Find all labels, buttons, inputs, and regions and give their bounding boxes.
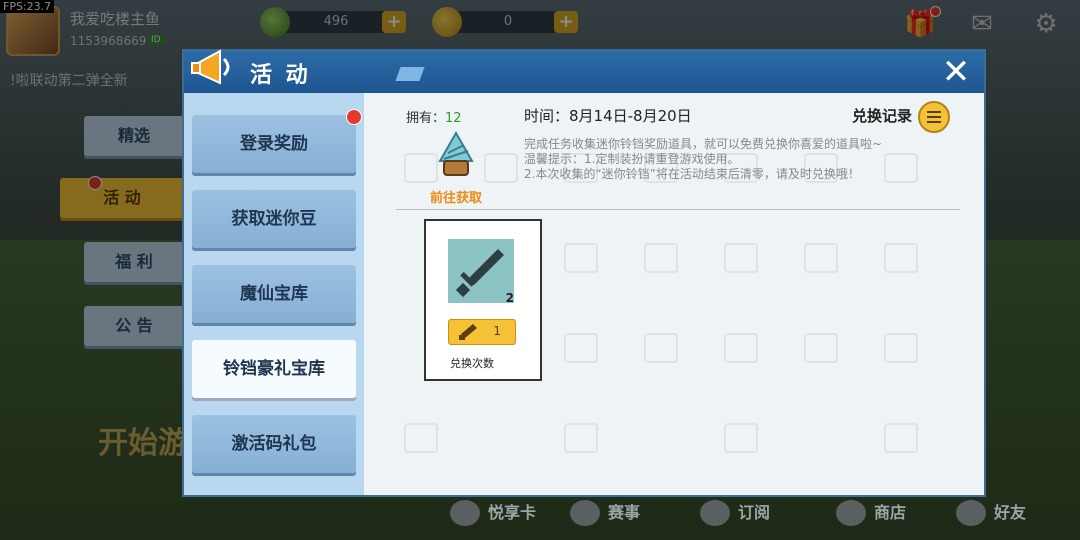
watermark-block: [884, 333, 918, 363]
goto-obtain-link[interactable]: 前往获取: [430, 187, 482, 206]
description-line: 2.本次收集的“迷你铃铛”将在活动结束后清零，请及时兑换哦！: [524, 167, 860, 181]
item-image: [448, 239, 514, 303]
activity-description: 完成任务收集迷你铃铛奖励道具，就可以免费兑换你喜爱的道具啦~ 温馨提示：1.定制…: [524, 137, 944, 182]
menu-magic-treasury[interactable]: 魔仙宝库: [192, 265, 356, 323]
exchange-cost: 1: [493, 324, 501, 338]
exchange-count-label: 兑换次数: [450, 357, 494, 370]
bottom-item-label: 订阅: [738, 502, 771, 522]
watermark-block: [564, 423, 598, 453]
owned-value: 12: [445, 111, 462, 126]
trophy-icon: [570, 500, 600, 526]
bottom-item-events[interactable]: 赛事: [570, 499, 641, 526]
exchange-record-link[interactable]: 兑换记录: [852, 105, 912, 126]
header-decoration: [395, 67, 425, 81]
bell-drill-small-icon: [459, 324, 477, 340]
exchange-button[interactable]: 1: [448, 319, 516, 345]
list-icon[interactable]: [918, 101, 950, 133]
bottom-item-label: 赛事: [608, 502, 641, 522]
star-icon: [700, 500, 730, 526]
event-time: 时间：8月14日-8月20日: [524, 107, 692, 125]
modal-title: 活 动: [250, 63, 311, 88]
watermark-block: [564, 333, 598, 363]
megaphone-icon: [191, 49, 230, 85]
watermark-block: [884, 423, 918, 453]
close-button[interactable]: ✕: [938, 54, 974, 90]
cart-icon: [836, 500, 866, 526]
bottom-item-label: 商店: [874, 502, 907, 522]
menu-get-mini-beans[interactable]: 获取迷你豆: [192, 190, 356, 248]
activity-menu: 登录奖励 获取迷你豆 魔仙宝库 铃铛豪礼宝库 激活码礼包: [184, 93, 364, 495]
watermark-block: [804, 243, 838, 273]
owned-label: 拥有：: [406, 111, 446, 126]
watermark-block: [724, 423, 758, 453]
watermark-block: [484, 153, 518, 183]
watermark-block: [724, 333, 758, 363]
friends-icon: [956, 500, 986, 526]
item-quantity: 2: [505, 291, 514, 305]
owned-count: 拥有：12: [406, 107, 462, 126]
activity-modal: 活 动 ✕ 登录奖励 获取迷你豆 魔仙宝库 铃铛豪礼宝库 激活码礼包 拥有：12: [182, 49, 986, 497]
bottom-item-friends[interactable]: 好友: [956, 499, 1027, 526]
bottom-bar: 悦享卡 赛事 订阅 商店 好友: [0, 494, 1080, 540]
watermark-block: [804, 333, 838, 363]
bottom-item-label: 好友: [994, 502, 1027, 522]
exchange-item-card[interactable]: 2 1 兑换次数: [424, 219, 542, 381]
watermark-block: [644, 243, 678, 273]
watermark-block: [724, 243, 758, 273]
sword-icon: [455, 249, 504, 298]
watermark-block: [564, 243, 598, 273]
bottom-item-subscribe[interactable]: 订阅: [700, 499, 771, 526]
watermark-block: [644, 333, 678, 363]
watermark-block: [884, 243, 918, 273]
bottom-item-vip-card[interactable]: 悦享卡: [450, 499, 537, 526]
login-reward-notification-dot: [346, 109, 362, 125]
modal-header: 活 动 ✕: [184, 49, 984, 93]
menu-bell-treasury[interactable]: 铃铛豪礼宝库: [192, 340, 356, 398]
bell-drill-icon: [438, 131, 474, 176]
watermark-block: [404, 423, 438, 453]
menu-login-reward[interactable]: 登录奖励: [192, 115, 356, 173]
divider: [396, 209, 960, 210]
description-line: 温馨提示：1.定制装扮请重登游戏使用。: [524, 152, 740, 166]
pig-icon: [450, 500, 480, 526]
description-line: 完成任务收集迷你铃铛奖励道具，就可以免费兑换你喜爱的道具啦~: [524, 137, 883, 151]
bottom-item-shop[interactable]: 商店: [836, 499, 907, 526]
menu-activation-code[interactable]: 激活码礼包: [192, 415, 356, 473]
watermark-block: [404, 153, 438, 183]
bottom-item-label: 悦享卡: [488, 502, 537, 522]
